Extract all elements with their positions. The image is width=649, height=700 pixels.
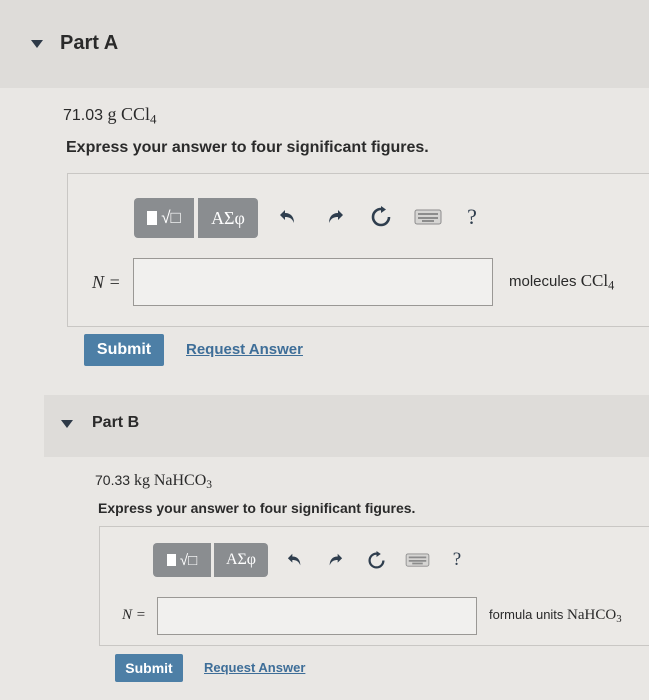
greek-symbols-button[interactable]: ΑΣφ xyxy=(214,543,268,577)
part-a-question: 71.03 g CCl4 xyxy=(63,104,156,128)
part-b-header[interactable]: Part B xyxy=(44,395,649,457)
part-a-submit-button[interactable]: Submit xyxy=(84,334,164,366)
part-a-units: molecules CCl4 xyxy=(509,271,614,293)
part-a-unit: g xyxy=(107,104,117,124)
redo-icon[interactable] xyxy=(322,547,348,573)
templates-label: √□ xyxy=(179,551,198,569)
part-b-submit-button[interactable]: Submit xyxy=(115,654,183,682)
part-b-units-compound: NaHCO xyxy=(567,607,617,623)
part-b-question: 70.33 kg NaHCO3 xyxy=(95,472,212,491)
part-a-instruction: Express your answer to four significant … xyxy=(66,139,429,156)
part-b-instruction: Express your answer to four significant … xyxy=(98,500,416,516)
part-a-units-prefix: molecules xyxy=(509,273,577,290)
part-a-amount: 71.03 xyxy=(63,107,104,124)
part-b-variable-label: N = xyxy=(122,607,146,623)
part-a-units-subscript: 4 xyxy=(608,278,615,293)
collapse-triangle-icon[interactable] xyxy=(61,420,73,428)
part-b-compound: NaHCO xyxy=(153,472,207,489)
part-b-units-prefix: formula units xyxy=(489,607,564,622)
part-b-request-answer-link[interactable]: Request Answer xyxy=(204,660,305,675)
templates-button[interactable]: √□ xyxy=(134,198,194,238)
part-a-answer-input[interactable] xyxy=(133,258,493,306)
part-b-units-subscript: 3 xyxy=(616,613,622,626)
reset-icon[interactable] xyxy=(363,547,389,573)
part-a-answer-box: √□ ΑΣφ ? N = molecules CCl4 xyxy=(67,173,649,327)
templates-icon xyxy=(166,554,176,566)
greek-symbols-icon: ΑΣφ xyxy=(225,551,257,568)
part-a-units-compound: CCl xyxy=(580,271,609,290)
part-a-compound-subscript: 4 xyxy=(149,111,157,127)
greek-symbols-icon: ΑΣφ xyxy=(211,207,245,228)
part-b-unit: kg xyxy=(133,472,150,489)
keyboard-icon[interactable] xyxy=(402,549,432,571)
part-b-answer-input[interactable] xyxy=(157,597,477,635)
redo-icon[interactable] xyxy=(320,202,350,232)
part-a-request-answer-link[interactable]: Request Answer xyxy=(186,341,303,358)
part-a-title: Part A xyxy=(60,32,119,54)
keyboard-icon[interactable] xyxy=(411,204,445,230)
help-icon[interactable]: ? xyxy=(446,547,468,573)
greek-symbols-button[interactable]: ΑΣφ xyxy=(198,198,258,238)
part-b-amount: 70.33 xyxy=(95,472,131,488)
undo-icon[interactable] xyxy=(282,547,308,573)
templates-label: √□ xyxy=(161,208,181,227)
part-b-answer-box: √□ ΑΣφ ? N = formula units NaHCO3 xyxy=(99,526,649,646)
collapse-triangle-icon[interactable] xyxy=(31,40,43,48)
undo-icon[interactable] xyxy=(273,202,303,232)
help-icon[interactable]: ? xyxy=(460,202,484,232)
part-b-units: formula units NaHCO3 xyxy=(489,607,622,625)
templates-button[interactable]: √□ xyxy=(153,543,211,577)
part-b-compound-subscript: 3 xyxy=(206,479,213,492)
part-a-compound: CCl xyxy=(120,104,150,124)
templates-icon xyxy=(147,211,158,225)
part-a-header[interactable]: Part A xyxy=(0,0,649,88)
reset-icon[interactable] xyxy=(366,202,396,232)
part-a-variable-label: N = xyxy=(92,272,121,292)
part-b-title: Part B xyxy=(92,414,140,431)
